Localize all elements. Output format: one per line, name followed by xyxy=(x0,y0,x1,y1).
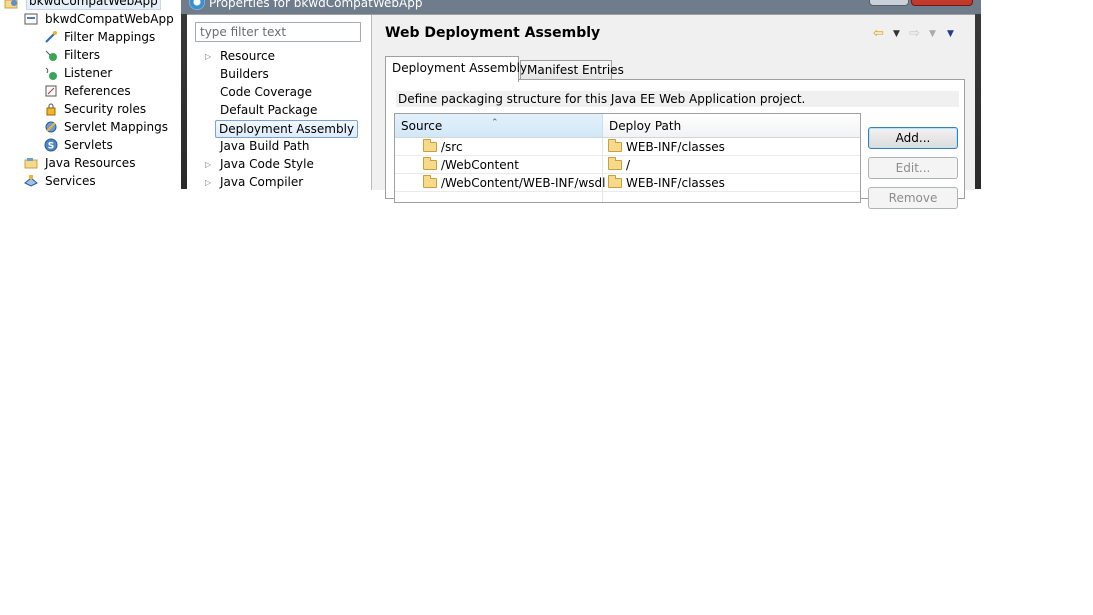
nav-item-builders[interactable]: Builders xyxy=(217,66,272,84)
listener-icon xyxy=(45,67,57,80)
folder-icon xyxy=(608,175,622,188)
column-header-label: Deploy Path xyxy=(609,119,682,133)
folder-icon xyxy=(423,175,437,188)
dialog-titlebar[interactable]: Properties for bkwdCompatWebApp xyxy=(181,0,981,14)
properties-dialog: Properties for bkwdCompatWebApp ▷ Resour… xyxy=(181,0,981,209)
references-icon xyxy=(45,85,57,97)
source-cell: /WebContent/WEB-INF/wsdl xyxy=(441,176,606,190)
svg-text:S: S xyxy=(48,142,54,152)
nav-item-deployment-assembly[interactable]: Deployment Assembly xyxy=(215,120,359,138)
properties-page: Web Deployment Assembly ⇦ ▼ ⇨ ▼ ▼ Deploy… xyxy=(373,15,975,209)
dialog-body: ▷ Resource Builders Code Coverage Defaul… xyxy=(187,14,975,209)
web-project-icon xyxy=(4,0,18,9)
properties-nav: ▷ Resource Builders Code Coverage Defaul… xyxy=(187,15,372,190)
folder-icon xyxy=(423,139,437,152)
servlet-mapping-icon xyxy=(45,121,57,133)
tab-panel: Define packaging structure for this Java… xyxy=(385,79,965,209)
table-row[interactable]: /WebContent/WEB-INF/wsdl WEB-INF/classes xyxy=(395,174,860,192)
tree-item-label: Security roles xyxy=(64,102,147,116)
filter-icon xyxy=(45,50,57,61)
filter-mapping-icon xyxy=(45,31,57,43)
servlet-icon: S xyxy=(44,138,58,152)
deploy-path-cell: WEB-INF/classes xyxy=(626,176,725,190)
project-explorer: bkwdCompatWebApp bkwdCompatWebApp Filter… xyxy=(0,0,181,189)
folder-icon xyxy=(608,157,622,170)
deployment-descriptor-icon xyxy=(24,13,38,25)
expand-arrow-icon[interactable]: ▷ xyxy=(205,174,213,192)
assembly-table: ⌃ Source Deploy Path /src WEB-INF/classe… xyxy=(394,113,861,203)
deploy-path-cell: / xyxy=(626,158,631,172)
tree-item-label: bkwdCompatWebApp xyxy=(45,12,174,26)
tree-item-label: bkwdCompatWebApp xyxy=(26,0,161,10)
tree-item-label: Servlets xyxy=(64,138,113,152)
tree-item-label: References xyxy=(64,84,131,98)
java-resources-icon xyxy=(24,158,38,169)
tab-manifest-entries[interactable]: Manifest Entries xyxy=(520,60,624,80)
maximize-button[interactable] xyxy=(869,0,909,6)
tree-item-label: Java Resources xyxy=(45,156,136,170)
nav-item-java-compiler[interactable]: Java Compiler xyxy=(217,174,306,192)
nav-item-default-package[interactable]: Default Package xyxy=(217,102,320,120)
eclipse-icon xyxy=(189,0,205,10)
filter-input[interactable] xyxy=(195,22,361,42)
table-row[interactable]: /src WEB-INF/classes xyxy=(395,138,860,156)
tree-item-label: Filters xyxy=(64,48,100,62)
column-header-label: Source xyxy=(401,119,443,133)
expand-arrow-icon[interactable]: ▷ xyxy=(205,156,213,174)
nav-item-code-coverage[interactable]: Code Coverage xyxy=(217,84,315,102)
tree-item-label: Filter Mappings xyxy=(64,30,156,44)
forward-arrow-icon[interactable]: ⇨ xyxy=(909,25,920,43)
edit-button[interactable]: Edit... xyxy=(868,157,958,179)
nav-item-java-code-style[interactable]: Java Code Style xyxy=(217,156,317,174)
tab-deployment-assembly[interactable]: Deployment Assembly xyxy=(385,56,527,82)
tree-item-project[interactable]: bkwdCompatWebApp xyxy=(4,0,161,10)
page-description: Define packaging structure for this Java… xyxy=(396,91,959,107)
tree-item-label: Listener xyxy=(64,66,113,80)
remove-button[interactable]: Remove xyxy=(868,187,958,209)
column-header-source[interactable]: ⌃ Source xyxy=(395,114,603,138)
close-button[interactable] xyxy=(911,0,973,6)
tree-item-label: Servlet Mappings xyxy=(64,120,169,134)
source-cell: /src xyxy=(441,140,463,154)
folder-icon xyxy=(423,157,437,170)
back-arrow-icon[interactable]: ⇦ xyxy=(873,25,884,43)
deploy-path-cell: WEB-INF/classes xyxy=(626,140,725,154)
column-header-deploy-path[interactable]: Deploy Path xyxy=(603,114,860,138)
sort-ascending-icon: ⌃ xyxy=(491,118,499,128)
security-roles-icon xyxy=(46,103,56,116)
expand-arrow-icon[interactable]: ▷ xyxy=(205,48,213,66)
services-icon xyxy=(24,175,38,187)
tree-item-label: Services xyxy=(45,174,96,188)
folder-icon xyxy=(608,139,622,152)
add-button[interactable]: Add... xyxy=(868,127,958,149)
forward-dropdown-icon[interactable]: ▼ xyxy=(929,25,936,43)
dialog-title: Properties for bkwdCompatWebApp xyxy=(209,0,423,10)
back-dropdown-icon[interactable]: ▼ xyxy=(893,25,900,43)
table-row[interactable]: /WebContent / xyxy=(395,156,860,174)
history-navigation: ⇦ ▼ ⇨ ▼ ▼ xyxy=(873,25,963,43)
page-title: Web Deployment Assembly xyxy=(385,25,601,41)
nav-item-java-build-path[interactable]: Java Build Path xyxy=(217,138,312,156)
nav-item-resource[interactable]: Resource xyxy=(217,48,278,66)
view-menu-icon[interactable]: ▼ xyxy=(947,25,954,43)
source-cell: /WebContent xyxy=(441,158,519,172)
